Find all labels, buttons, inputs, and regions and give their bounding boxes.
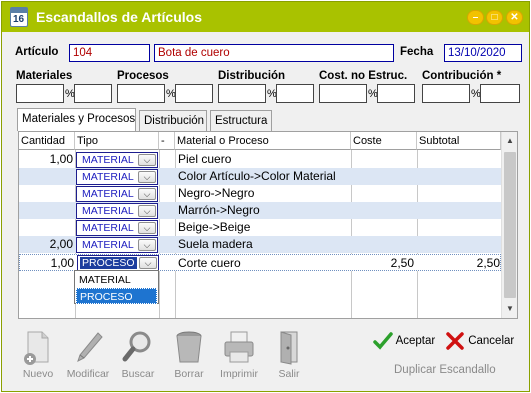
col-header-tipo[interactable]: Tipo — [75, 132, 159, 150]
maximize-icon[interactable]: □ — [486, 10, 503, 25]
distribucion-field[interactable] — [218, 84, 266, 103]
chevron-down-icon[interactable]: ⌵ — [138, 205, 156, 217]
chevron-down-icon[interactable]: ⌵ — [139, 257, 157, 269]
chevron-down-icon[interactable]: ⌵ — [138, 171, 156, 183]
procesos-percent-field[interactable] — [175, 84, 213, 103]
minimize-icon[interactable]: – — [467, 10, 484, 25]
calendar-app-icon: 16 — [10, 7, 28, 27]
distribucion-label: Distribución — [218, 70, 286, 82]
procesos-label: Procesos — [117, 70, 169, 82]
material-cell[interactable]: Corte cuero — [178, 255, 350, 272]
material-cell[interactable]: Piel cuero — [178, 151, 350, 168]
dropdown-option-proceso[interactable]: PROCESO — [76, 288, 157, 304]
materiales-label: Materiales — [16, 70, 73, 82]
cantidad-cell[interactable]: 1,00 — [20, 255, 74, 272]
table-row[interactable]: MATERIAL ⌵ Marrón->Negro — [19, 202, 501, 219]
chevron-down-icon[interactable]: ⌵ — [138, 239, 156, 251]
title-bar[interactable]: 16 Escandallos de Artículos – □ ✕ — [2, 2, 529, 32]
tipo-select[interactable]: MATERIAL ⌵ — [76, 152, 158, 168]
tab-materiales-procesos[interactable]: Materiales y Procesos — [17, 108, 136, 131]
table-row[interactable]: 2,00 MATERIAL ⌵ Suela madera — [19, 236, 501, 253]
cost-no-estruc-field[interactable] — [319, 84, 367, 103]
material-cell[interactable]: Marrón->Negro — [178, 202, 350, 219]
tipo-select[interactable]: MATERIAL ⌵ — [76, 220, 158, 236]
exit-door-icon — [280, 331, 298, 365]
cantidad-cell[interactable] — [19, 202, 73, 219]
tipo-dropdown-list[interactable]: MATERIAL PROCESO — [74, 270, 159, 304]
window-title: Escandallos de Artículos — [36, 9, 202, 25]
table-row[interactable]: MATERIAL ⌵ Negro->Negro — [19, 185, 501, 202]
tipo-select[interactable]: MATERIAL ⌵ — [76, 203, 158, 219]
modificar-button[interactable]: Modificar — [63, 330, 113, 382]
articulo-label: Artículo — [15, 46, 59, 58]
cantidad-cell[interactable] — [19, 219, 73, 236]
col-header-coste[interactable]: Coste — [351, 132, 417, 150]
material-cell[interactable]: Beige->Beige — [178, 219, 350, 236]
fecha-label: Fecha — [400, 46, 434, 58]
materiales-field[interactable] — [16, 84, 64, 103]
subtotal-cell[interactable]: 2,50 — [418, 255, 500, 272]
col-header-material[interactable]: Material o Proceso — [175, 132, 351, 150]
scroll-thumb[interactable] — [504, 152, 516, 298]
procesos-field[interactable] — [117, 84, 165, 103]
duplicar-escandallo-button[interactable]: Duplicar Escandallo — [394, 364, 496, 376]
tipo-select[interactable]: MATERIAL ⌵ — [76, 237, 158, 253]
contribucion-field[interactable] — [422, 84, 470, 103]
material-cell[interactable]: Color Artículo->Color Material — [178, 168, 350, 185]
tipo-select[interactable]: MATERIAL ⌵ — [76, 186, 158, 202]
escandallos-window: 16 Escandallos de Artículos – □ ✕ Artícu… — [1, 1, 530, 392]
aceptar-label: Aceptar — [395, 335, 436, 348]
material-cell[interactable]: Suela madera — [178, 236, 350, 253]
cost-no-estruc-label: Cost. no Estruc. — [319, 70, 408, 82]
articulo-code-field[interactable]: 104 — [69, 44, 150, 62]
fecha-field[interactable]: 13/10/2020 — [444, 44, 522, 62]
col-header-subtotal[interactable]: Subtotal — [417, 132, 501, 150]
buscar-button[interactable]: Buscar — [113, 330, 163, 382]
pencil-icon — [77, 332, 103, 362]
cross-icon — [446, 332, 464, 350]
table-row[interactable]: 1,00 MATERIAL ⌵ Piel cuero — [19, 151, 501, 168]
materiales-percent-field[interactable] — [74, 84, 112, 103]
coste-cell[interactable]: 2,50 — [352, 255, 414, 272]
trash-icon — [176, 331, 202, 363]
tab-estructura[interactable]: Estructura — [210, 110, 272, 131]
cantidad-cell[interactable]: 2,00 — [19, 236, 73, 253]
imprimir-button[interactable]: Imprimir — [214, 330, 264, 382]
chevron-down-icon[interactable]: ⌵ — [138, 222, 156, 234]
magnifier-icon — [122, 331, 151, 362]
check-icon — [373, 332, 393, 350]
tab-distribucion[interactable]: Distribución — [139, 110, 207, 131]
col-header-dash[interactable]: - — [159, 132, 175, 150]
table-row[interactable]: MATERIAL ⌵ Beige->Beige — [19, 219, 501, 236]
scroll-up-icon[interactable]: ▲ — [504, 135, 516, 147]
cantidad-cell[interactable] — [19, 185, 73, 202]
printer-icon — [224, 331, 254, 363]
tipo-select[interactable]: PROCESO ⌵ — [77, 255, 159, 271]
dropdown-option-material[interactable]: MATERIAL — [76, 272, 157, 288]
material-cell[interactable]: Negro->Negro — [178, 185, 350, 202]
new-document-icon — [24, 331, 49, 365]
table-row-selected[interactable]: 1,00 PROCESO ⌵ Corte cuero 2,50 2,50 — [19, 254, 501, 271]
table-row[interactable]: MATERIAL ⌵ Color Artículo->Color Material — [19, 168, 501, 185]
col-header-cantidad[interactable]: Cantidad — [19, 132, 75, 150]
cantidad-cell[interactable] — [19, 168, 73, 185]
vertical-scrollbar[interactable]: ▲ ▼ — [501, 132, 517, 318]
chevron-down-icon[interactable]: ⌵ — [138, 154, 156, 166]
cancelar-label: Cancelar — [468, 335, 515, 348]
salir-button[interactable]: Salir — [264, 330, 314, 382]
cancelar-button[interactable]: Cancelar — [445, 332, 514, 350]
tipo-select[interactable]: MATERIAL ⌵ — [76, 169, 158, 185]
aceptar-button[interactable]: Aceptar — [373, 332, 435, 350]
distribucion-percent-field[interactable] — [276, 84, 314, 103]
borrar-button[interactable]: Borrar — [164, 330, 214, 382]
articulo-name-field[interactable]: Bota de cuero — [154, 44, 394, 62]
contribucion-percent-field[interactable] — [480, 84, 520, 103]
contribucion-label: Contribución * — [422, 70, 502, 82]
scroll-down-icon[interactable]: ▼ — [504, 303, 516, 315]
cantidad-cell[interactable]: 1,00 — [19, 151, 73, 168]
nuevo-button[interactable]: Nuevo — [13, 330, 63, 382]
close-icon[interactable]: ✕ — [506, 10, 523, 25]
chevron-down-icon[interactable]: ⌵ — [138, 188, 156, 200]
cost-no-estruc-percent-field[interactable] — [377, 84, 415, 103]
